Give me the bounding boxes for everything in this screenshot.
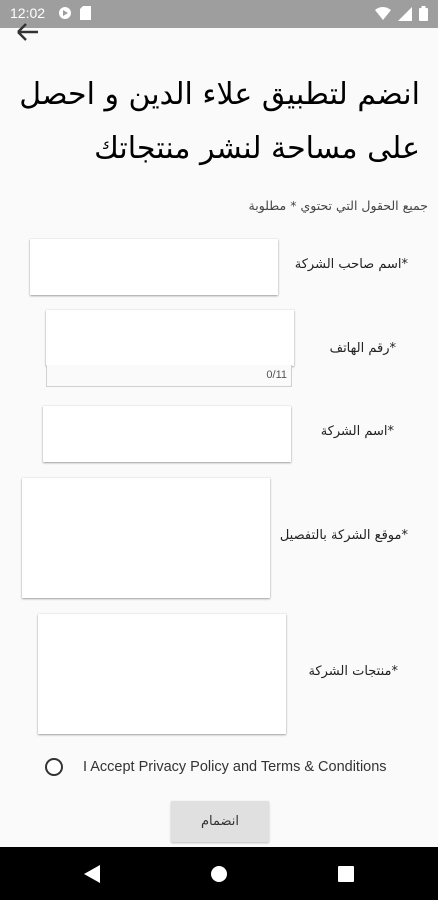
- wifi-icon: [375, 6, 391, 20]
- privacy-radio[interactable]: [45, 758, 63, 776]
- status-icons-right: [375, 6, 428, 21]
- navigation-bar: [0, 847, 438, 900]
- join-button[interactable]: انضمام: [171, 801, 269, 842]
- company-products-field[interactable]: [38, 614, 286, 734]
- company-products-label: *منتجات الشركة: [308, 664, 398, 679]
- owner-name-field[interactable]: [30, 239, 278, 295]
- phone-counter-strip: 0/11: [46, 365, 292, 387]
- company-name-label: *اسم الشركة: [320, 424, 394, 439]
- recents-nav-icon[interactable]: [338, 866, 354, 882]
- company-location-label: *موقع الشركة بالتفصيل: [279, 528, 408, 543]
- status-time: 12:02: [10, 5, 46, 21]
- sd-card-icon: [80, 6, 91, 20]
- app-notification-icon: [59, 7, 71, 19]
- privacy-agreement-row[interactable]: I Accept Privacy Policy and Terms & Cond…: [45, 758, 387, 776]
- status-icons-left: [58, 6, 91, 20]
- privacy-label[interactable]: I Accept Privacy Policy and Terms & Cond…: [83, 759, 387, 775]
- required-fields-note: جميع الحقول التي تحتوي * مطلوبة: [248, 198, 428, 213]
- page-title: انضم لتطبيق علاء الدين و احصل على مساحة …: [19, 77, 420, 166]
- phone-label: *رقم الهاتف: [329, 341, 396, 356]
- cell-signal-icon: [398, 6, 412, 21]
- home-nav-icon[interactable]: [210, 865, 228, 883]
- owner-name-label: *اسم صاحب الشركة: [294, 257, 408, 272]
- back-nav-icon[interactable]: [84, 865, 100, 883]
- status-bar: 12:02: [0, 0, 438, 28]
- company-name-field[interactable]: [43, 406, 291, 462]
- battery-icon: [419, 6, 428, 21]
- back-arrow-icon[interactable]: [14, 22, 40, 42]
- phone-field[interactable]: [46, 310, 294, 366]
- company-location-field[interactable]: [22, 478, 270, 598]
- phone-char-counter: 0/11: [266, 369, 287, 381]
